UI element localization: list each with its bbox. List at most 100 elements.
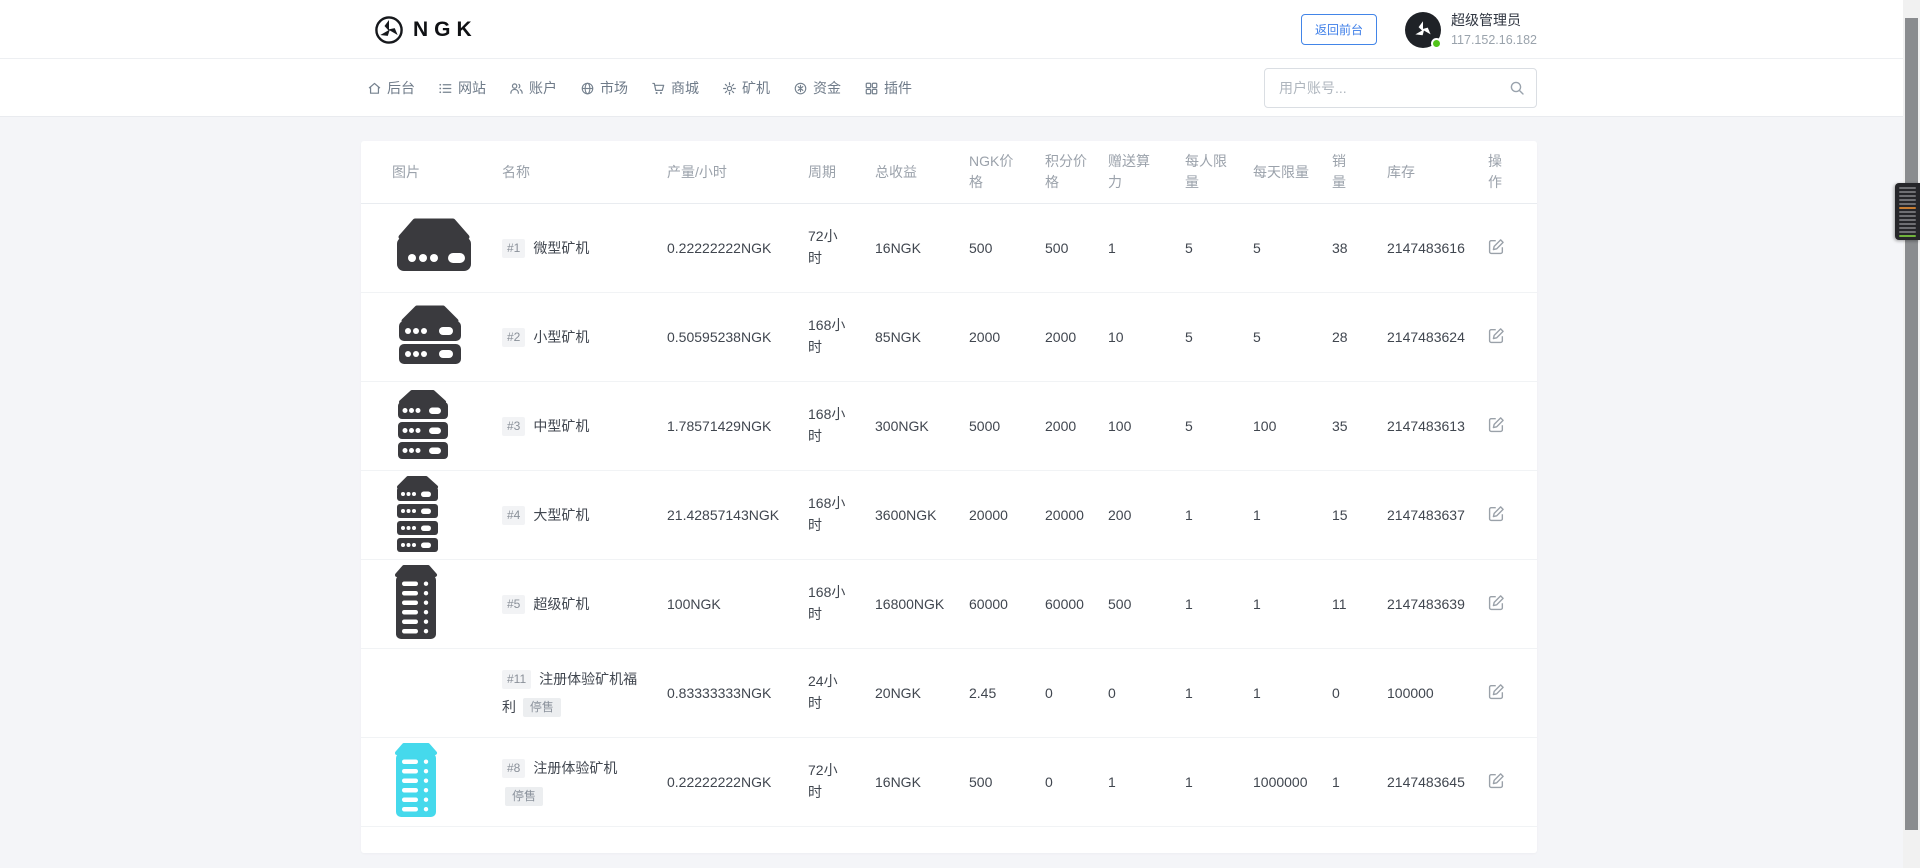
edit-button[interactable] [1488, 594, 1505, 611]
cycle-cell: 168小 时 [793, 470, 860, 559]
column-header: 周期 [793, 141, 860, 203]
nav-item-mall[interactable]: 商城 [649, 74, 701, 102]
minimap-line [1899, 211, 1916, 213]
edit-button[interactable] [1488, 772, 1505, 789]
edit-button[interactable] [1488, 238, 1505, 255]
cycle-cell: 168小 时 [793, 559, 860, 648]
output-cell: 0.83333333NGK [652, 648, 793, 737]
points-price-cell: 60000 [1030, 559, 1093, 648]
nav-item-plugins[interactable]: 插件 [862, 74, 914, 102]
ngk-price-cell: 60000 [954, 559, 1030, 648]
total-income-cell: 300NGK [860, 381, 954, 470]
column-header: 销 量 [1317, 141, 1372, 203]
nav-item-backend[interactable]: 后台 [365, 74, 417, 102]
edit-icon [1488, 594, 1505, 611]
scrollbar[interactable] [1903, 0, 1920, 868]
action-cell [1473, 559, 1537, 648]
bonus-hashrate-cell: 0 [1093, 648, 1170, 737]
stock-cell: 100000 [1372, 648, 1473, 737]
scrollbar-thumb[interactable] [1905, 18, 1918, 830]
per-day-limit-cell: 5 [1238, 203, 1317, 292]
edit-button[interactable] [1488, 505, 1505, 522]
nav-item-accounts[interactable]: 账户 [507, 74, 559, 102]
ngk-price-cell: 5000 [954, 381, 1030, 470]
total-income-cell: 85NGK [860, 292, 954, 381]
sales-cell: 15 [1317, 470, 1372, 559]
coin-icon [793, 81, 808, 96]
miner-image [392, 741, 440, 820]
table-row: #2小型矿机0.50595238NGK168小 时85NGK2000200010… [361, 292, 1537, 381]
column-header: 每人限 量 [1170, 141, 1238, 203]
brand-logo[interactable]: NGK [374, 15, 478, 45]
total-income-cell: 3600NGK [860, 470, 954, 559]
miner-name: 微型矿机 [533, 240, 589, 256]
points-price-cell: 0 [1030, 648, 1093, 737]
nav-label: 市场 [600, 78, 628, 98]
table-row: #1微型矿机0.22222222NGK72小 时16NGK50050015538… [361, 203, 1537, 292]
scroll-minimap-widget[interactable] [1895, 183, 1920, 240]
back-to-front-button[interactable]: 返回前台 [1301, 14, 1377, 45]
miner-image-cell [361, 203, 487, 292]
edit-button[interactable] [1488, 416, 1505, 433]
miner-id-badge: #4 [502, 506, 525, 526]
nav-item-miners[interactable]: 矿机 [720, 74, 772, 102]
column-header: 产量/小时 [652, 141, 793, 203]
points-price-cell: 2000 [1030, 381, 1093, 470]
search-input[interactable] [1264, 68, 1537, 108]
column-header: 图片 [361, 141, 487, 203]
main-navbar: 后台 网站账户 市场 商城矿机 资金 插件 [0, 59, 1920, 117]
bonus-hashrate-cell: 1 [1093, 737, 1170, 826]
points-price-cell: 20000 [1030, 470, 1093, 559]
admin-ip: 117.152.16.182 [1451, 33, 1537, 47]
stock-cell: 2147483645 [1372, 737, 1473, 826]
miner-id-badge: #8 [502, 759, 525, 779]
per-person-limit-cell: 1 [1170, 470, 1238, 559]
stock-cell: 2147483624 [1372, 292, 1473, 381]
edit-button[interactable] [1488, 683, 1505, 700]
sales-cell: 28 [1317, 292, 1372, 381]
gear-icon [722, 81, 737, 96]
output-cell: 100NGK [652, 559, 793, 648]
column-header: 操 作 [1473, 141, 1537, 203]
miner-image-cell [361, 470, 487, 559]
minimap-line [1899, 191, 1916, 193]
nav-item-funds[interactable]: 资金 [791, 74, 843, 102]
miner-table-card: 图片名称产量/小时周期总收益NGK价 格积分价 格赠送算 力每人限 量每天限量销… [361, 141, 1537, 853]
cycle-cell: 72小 时 [793, 737, 860, 826]
edit-button[interactable] [1488, 327, 1505, 344]
miner-name-cell: #3中型矿机 [487, 381, 652, 470]
nav-label: 资金 [813, 78, 841, 98]
sales-cell: 38 [1317, 203, 1372, 292]
online-status-dot [1431, 38, 1442, 49]
stopped-badge: 停售 [505, 787, 543, 807]
main-nav: 后台 网站账户 市场 商城矿机 资金 插件 [365, 74, 914, 102]
table-row: #11注册体验矿机福利 停售0.83333333NGK24小 时20NGK2.4… [361, 648, 1537, 737]
nav-item-market[interactable]: 市场 [578, 74, 630, 102]
top-header: NGK 返回前台 超级管理员 117.152.16.1 [0, 0, 1920, 59]
total-income-cell: 20NGK [860, 648, 954, 737]
sales-cell: 11 [1317, 559, 1372, 648]
minimap-line [1899, 207, 1916, 209]
miner-image-cell [361, 292, 487, 381]
nav-label: 后台 [387, 78, 415, 98]
ngk-price-cell: 2.45 [954, 648, 1030, 737]
minimap-line [1899, 227, 1916, 229]
minimap-line [1899, 235, 1916, 237]
ngk-price-cell: 500 [954, 737, 1030, 826]
avatar[interactable] [1405, 12, 1441, 48]
per-day-limit-cell: 1 [1238, 648, 1317, 737]
list-icon [438, 81, 453, 96]
per-day-limit-cell: 1000000 [1238, 737, 1317, 826]
miner-name: 中型矿机 [533, 418, 589, 434]
edit-icon [1488, 683, 1505, 700]
miner-table-body: #1微型矿机0.22222222NGK72小 时16NGK50050015538… [361, 203, 1537, 826]
search-icon[interactable] [1509, 80, 1525, 101]
brand-name: NGK [413, 18, 478, 42]
edit-icon [1488, 772, 1505, 789]
nav-label: 插件 [884, 78, 912, 98]
per-person-limit-cell: 5 [1170, 203, 1238, 292]
miner-name-cell: #2小型矿机 [487, 292, 652, 381]
edit-icon [1488, 505, 1505, 522]
cart-icon [651, 81, 666, 96]
nav-item-website[interactable]: 网站 [436, 74, 488, 102]
